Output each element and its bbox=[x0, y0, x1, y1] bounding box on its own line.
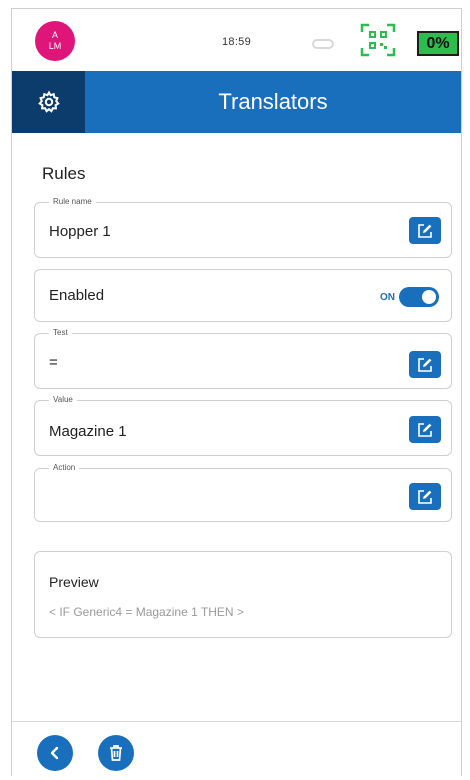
footer-bar bbox=[12, 721, 461, 777]
rule-name-label: Rule name bbox=[49, 196, 96, 208]
status-bar: A LM 18:59 0% bbox=[12, 9, 461, 71]
test-field: Test = bbox=[34, 327, 452, 389]
enabled-label: Enabled bbox=[49, 287, 105, 304]
chevron-left-icon bbox=[50, 746, 59, 760]
qr-scan-icon[interactable] bbox=[360, 23, 396, 57]
edit-rule-name-button[interactable] bbox=[409, 217, 441, 244]
edit-icon bbox=[418, 223, 432, 238]
value-value: Magazine 1 bbox=[49, 423, 127, 440]
toggle-state-label: ON bbox=[380, 292, 395, 303]
app-frame: A LM 18:59 0% Translators Rules Rule nam… bbox=[11, 8, 462, 777]
toggle-knob bbox=[422, 290, 436, 304]
edit-test-button[interactable] bbox=[409, 351, 441, 378]
battery-indicator: 0% bbox=[417, 31, 459, 56]
gear-icon bbox=[37, 90, 60, 113]
page-title: Translators bbox=[218, 89, 328, 114]
test-value: = bbox=[49, 354, 58, 371]
app-header: Translators bbox=[12, 71, 461, 133]
cloud-icon bbox=[312, 39, 334, 49]
edit-icon bbox=[418, 422, 432, 437]
trash-icon bbox=[110, 745, 122, 761]
edit-icon bbox=[418, 357, 432, 372]
value-field: Value Magazine 1 bbox=[34, 394, 452, 456]
back-button[interactable] bbox=[37, 735, 73, 771]
rule-name-value: Hopper 1 bbox=[49, 223, 111, 240]
preview-panel: Preview < IF Generic4 = Magazine 1 THEN … bbox=[34, 551, 452, 638]
edit-icon bbox=[418, 489, 432, 504]
delete-button[interactable] bbox=[98, 735, 134, 771]
preview-title: Preview bbox=[49, 574, 99, 590]
preview-text: < IF Generic4 = Magazine 1 THEN > bbox=[49, 605, 244, 619]
action-field: Action bbox=[34, 462, 452, 522]
value-label: Value bbox=[49, 394, 77, 406]
action-label: Action bbox=[49, 462, 80, 474]
edit-value-button[interactable] bbox=[409, 416, 441, 443]
section-title: Rules bbox=[42, 164, 86, 183]
test-label: Test bbox=[49, 327, 72, 339]
enabled-toggle[interactable] bbox=[399, 287, 439, 307]
settings-button[interactable] bbox=[12, 71, 85, 133]
edit-action-button[interactable] bbox=[409, 483, 441, 510]
enabled-row: Enabled ON bbox=[34, 269, 452, 322]
rule-name-field: Rule name Hopper 1 bbox=[34, 196, 452, 258]
